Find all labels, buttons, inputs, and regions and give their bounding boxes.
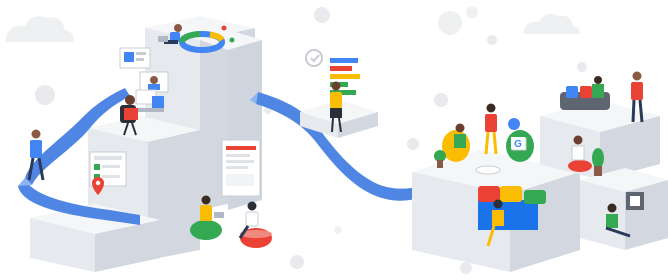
isometric-collaboration-illustration: G (0, 0, 668, 280)
bubble (407, 138, 419, 150)
bubble (290, 255, 304, 269)
bubble (314, 7, 330, 23)
bar-chart-icon (330, 58, 358, 63)
bubble (577, 62, 587, 72)
right-step-block (580, 168, 668, 250)
document-panel (221, 139, 261, 197)
svg-text:G: G (514, 139, 522, 150)
illustration-canvas: G (5, 6, 668, 274)
bubble (35, 85, 55, 105)
google-g-icon: G (511, 137, 525, 150)
bubble (438, 11, 462, 35)
cloud-icon (5, 16, 74, 42)
bubble (334, 226, 342, 234)
bubble (434, 93, 448, 107)
bubble (460, 262, 472, 274)
bubble (487, 35, 497, 45)
cloud-icon (523, 14, 580, 34)
bubble (466, 6, 478, 18)
